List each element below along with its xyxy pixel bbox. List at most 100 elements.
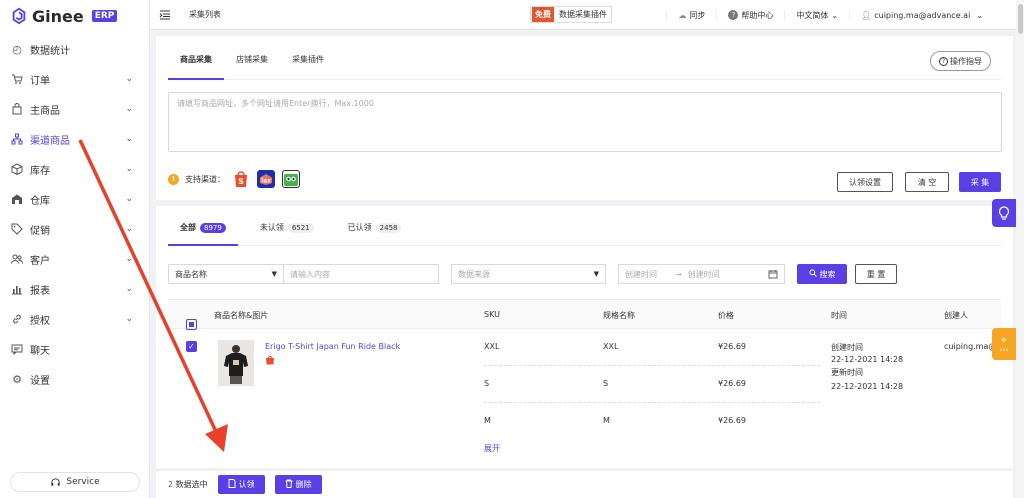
- table-header: 商品名称&图片 SKU 规格名称 价格 时间 创建人: [168, 299, 1001, 330]
- logo[interactable]: Ginee ERP: [0, 0, 149, 32]
- created-time: 22-12-2021 14:28: [831, 355, 904, 364]
- sidebar-item-label: 授权: [30, 315, 50, 327]
- tokopedia-icon: [282, 170, 300, 188]
- data-source-select[interactable]: 数据来源 ▼: [451, 264, 606, 284]
- bulk-claim-button[interactable]: 认领: [217, 475, 265, 494]
- search-button-label: 搜索: [819, 269, 836, 279]
- clear-button[interactable]: 清 空: [905, 172, 949, 192]
- data-plugin-button[interactable]: 免费 数据采集插件: [530, 6, 612, 23]
- tab-claimed[interactable]: 已认领 2458: [336, 222, 414, 245]
- tab-unclaimed[interactable]: 未认领 6521: [248, 222, 326, 245]
- service-button[interactable]: Service: [10, 472, 140, 492]
- product-image: [218, 340, 254, 386]
- help-center-link[interactable]: ? 帮助中心: [716, 9, 784, 21]
- variant-price: ¥26.69: [718, 379, 746, 388]
- search-placeholder: 请输入内容: [290, 269, 330, 279]
- sidebar-item-label: 库存: [30, 165, 50, 177]
- selected-text: 数据选中: [175, 480, 208, 489]
- tab-collect-plugin[interactable]: 采集插件: [280, 54, 336, 79]
- product-name-link[interactable]: Erigo T-Shirt Japan Fun Ride Black: [265, 342, 400, 351]
- chevron-down-icon: ⌄: [125, 224, 133, 234]
- dashboard-icon: ◴: [12, 42, 22, 56]
- sidebar-item-label: 渠道商品: [30, 135, 70, 147]
- shopee-icon: S: [232, 170, 250, 188]
- sidebar: Ginee ERP ◴ 数据统计 订单 ⌄ 主商品 ⌄ 渠道商品 ⌄ 库存 ⌄ …: [0, 0, 150, 498]
- search-input[interactable]: 请输入内容: [283, 264, 439, 284]
- selected-summary: 2 数据选中: [168, 479, 208, 490]
- page-scrollbar[interactable]: [1016, 0, 1024, 498]
- variant-divider: [484, 402, 820, 403]
- expand-link[interactable]: 展开: [484, 443, 500, 454]
- scroll-thumb[interactable]: [1018, 4, 1023, 34]
- sidebar-item-reports[interactable]: 报表 ⌄: [0, 274, 149, 304]
- count-badge: 2458: [375, 222, 402, 233]
- tab-shop-collect[interactable]: 店铺采集: [224, 54, 280, 79]
- ginee-logo-icon: [12, 7, 26, 25]
- bag-icon: [10, 102, 24, 116]
- chevron-down-icon: ⌄: [125, 74, 133, 84]
- lightbulb-icon: [998, 205, 1010, 220]
- sidebar-item-promotions[interactable]: 促销 ⌄: [0, 214, 149, 244]
- sidebar-item-label: 促销: [30, 225, 50, 237]
- tips-button[interactable]: [992, 199, 1016, 227]
- user-icon: 👤︎: [861, 10, 872, 20]
- updated-time: 22-12-2021 14:28: [831, 382, 904, 391]
- date-range-picker[interactable]: 创建时间 → 创建时间: [618, 264, 785, 284]
- svg-text:laz: laz: [261, 178, 271, 185]
- url-input[interactable]: 请填写商品网址，多个网址请用Enter换行，Max.1000: [168, 92, 1002, 152]
- checkmark-icon: ✓: [186, 341, 197, 352]
- sidebar-item-chat[interactable]: 聊天: [0, 334, 149, 364]
- user-menu[interactable]: 👤︎ cuiping.ma@advance.ai ⌄: [849, 10, 994, 20]
- status-tabs: 全部 8979 未认领 6521 已认领 2458: [168, 206, 1001, 246]
- reset-button[interactable]: 重 置: [855, 264, 897, 284]
- language-select[interactable]: 中文简体 ⌄: [784, 9, 849, 21]
- bulk-delete-button[interactable]: 删除: [274, 475, 322, 494]
- sidebar-item-dashboard[interactable]: ◴ 数据统计: [0, 34, 149, 64]
- variant-spec: M: [603, 416, 610, 425]
- cart-icon: [10, 72, 24, 86]
- created-label: 创建时间: [831, 343, 863, 352]
- sidebar-item-master-products[interactable]: 主商品 ⌄: [0, 94, 149, 124]
- sidebar-item-inventory[interactable]: 库存 ⌄: [0, 154, 149, 184]
- delete-label: 删除: [295, 480, 312, 489]
- sidebar-item-label: 报表: [30, 285, 50, 297]
- side-helper-button[interactable]: ⌖ ‹‹‹: [992, 328, 1016, 360]
- chevron-down-icon: ⌄: [125, 134, 133, 144]
- claim-settings-button[interactable]: 认领设置: [837, 172, 893, 192]
- sidebar-item-orders[interactable]: 订单 ⌄: [0, 64, 149, 94]
- variant-sku: S: [484, 379, 490, 388]
- variant-price: ¥26.69: [718, 342, 746, 351]
- menu-collapse-icon[interactable]: [159, 9, 171, 21]
- link-icon: [10, 312, 24, 326]
- sync-button[interactable]: ☁ 同步: [666, 9, 716, 21]
- question-circle-icon: ?: [939, 56, 948, 66]
- top-bar: 采集列表 免费 数据采集插件 ☁ 同步 ? 帮助中心 中文简体 ⌄ 👤︎ cui…: [150, 0, 1024, 30]
- collect-button[interactable]: 采 集: [959, 172, 1001, 192]
- search-button[interactable]: 搜索: [797, 264, 847, 284]
- column-header-spec: 规格名称: [603, 311, 635, 320]
- sidebar-item-warehouse[interactable]: 仓库 ⌄: [0, 184, 149, 214]
- warning-icon: !: [168, 173, 179, 185]
- sidebar-item-customers[interactable]: 客户 ⌄: [0, 244, 149, 274]
- sidebar-item-authorization[interactable]: 授权 ⌄: [0, 304, 149, 334]
- sidebar-item-channel-products[interactable]: 渠道商品 ⌄: [0, 124, 149, 154]
- bulk-action-bar: 2 数据选中 认领 删除: [156, 470, 1013, 498]
- calendar-icon: [768, 269, 778, 281]
- variant-divider: [484, 365, 820, 366]
- arrow-right-icon: →: [675, 269, 682, 279]
- supported-channels: ! 支持渠道： S laz: [168, 170, 300, 188]
- sidebar-item-label: 主商品: [30, 105, 60, 117]
- warehouse-icon: [10, 192, 24, 206]
- creator: cuiping.ma@: [944, 342, 997, 351]
- row-checkbox[interactable]: ✓: [186, 341, 197, 352]
- tab-product-collect[interactable]: 商品采集: [168, 54, 224, 80]
- box-icon: [10, 162, 24, 176]
- collect-list-panel: 全部 8979 未认领 6521 已认领 2458 商品名称 ▼ 请输入内容 数…: [156, 206, 1013, 468]
- sidebar-item-settings[interactable]: ⚙ 设置: [0, 364, 149, 394]
- table-row: ✓ Erigo T-Shirt Japan Fun Ride Black XXL…: [168, 330, 1001, 468]
- tab-all[interactable]: 全部 8979: [168, 222, 238, 246]
- headset-icon: [51, 477, 60, 486]
- chat-icon: [10, 342, 24, 356]
- guide-button[interactable]: ? 操作指导: [930, 51, 991, 71]
- field-select[interactable]: 商品名称 ▼: [168, 264, 284, 284]
